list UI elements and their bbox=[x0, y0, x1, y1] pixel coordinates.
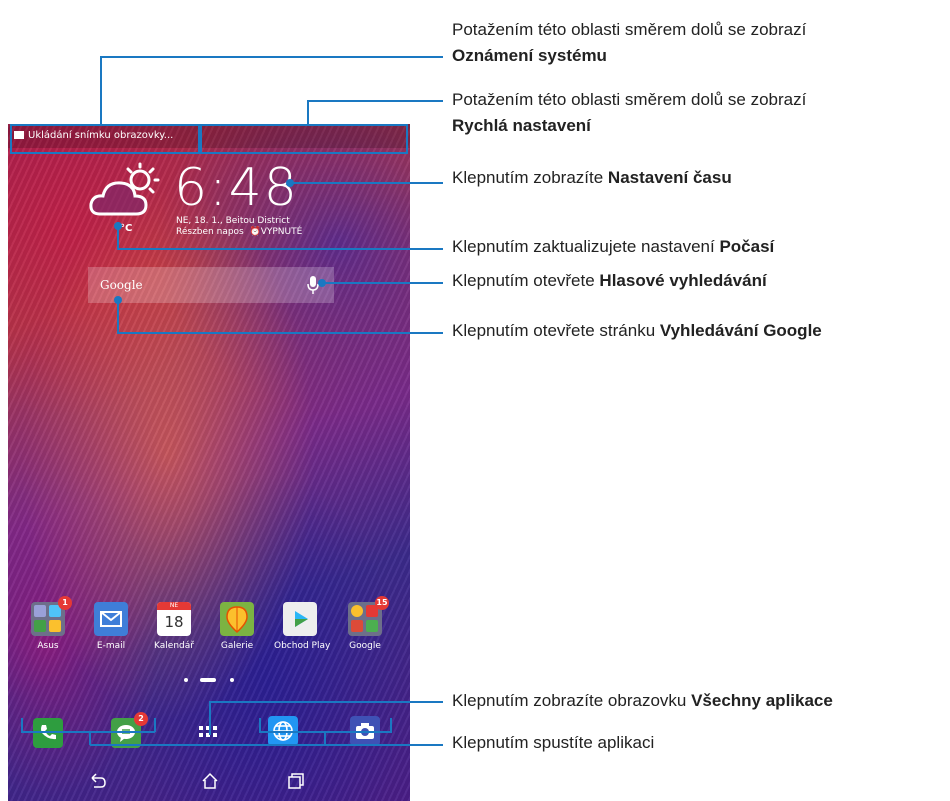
callout-launch-app: Klepnutím spustíte aplikaci bbox=[452, 730, 654, 756]
callout-all-apps: Klepnutím zobrazíte obrazovku Všechny ap… bbox=[452, 688, 833, 714]
callout-text: Klepnutím otevřete bbox=[452, 271, 600, 290]
callout-text: Potažením této oblasti směrem dolů se zo… bbox=[452, 20, 807, 39]
callout-bold: Hlasové vyhledávání bbox=[599, 271, 767, 290]
callout-bold: Počasí bbox=[719, 237, 775, 256]
callout-bold: Nastavení času bbox=[607, 168, 732, 187]
callout-bold: Všechny aplikace bbox=[691, 691, 833, 710]
callout-google-search: Klepnutím otevřete stránku Vyhledávání G… bbox=[452, 318, 822, 344]
callout-text: Klepnutím spustíte aplikaci bbox=[452, 733, 655, 752]
callout-voice-search: Klepnutím otevřete Hlasové vyhledávání bbox=[452, 268, 767, 294]
callout-text: Klepnutím zobrazíte bbox=[452, 168, 608, 187]
callout-text: Klepnutím zobrazíte obrazovku bbox=[452, 691, 692, 710]
callout-notifications: Potažením této oblasti směrem dolů se zo… bbox=[452, 17, 806, 69]
callout-bold: Vyhledávání Google bbox=[659, 321, 822, 340]
callout-text: Klepnutím zaktualizujete nastavení bbox=[452, 237, 720, 256]
callout-quick-settings: Potažením této oblasti směrem dolů se zo… bbox=[452, 87, 806, 139]
callout-text: Klepnutím otevřete stránku bbox=[452, 321, 660, 340]
callout-weather: Klepnutím zaktualizujete nastavení Počas… bbox=[452, 234, 774, 260]
callout-text: Potažením této oblasti směrem dolů se zo… bbox=[452, 90, 807, 109]
callout-bold: Rychlá nastavení bbox=[452, 116, 591, 135]
callout-time: Klepnutím zobrazíte Nastavení času bbox=[452, 165, 732, 191]
callout-bold: Oznámení systému bbox=[452, 46, 607, 65]
